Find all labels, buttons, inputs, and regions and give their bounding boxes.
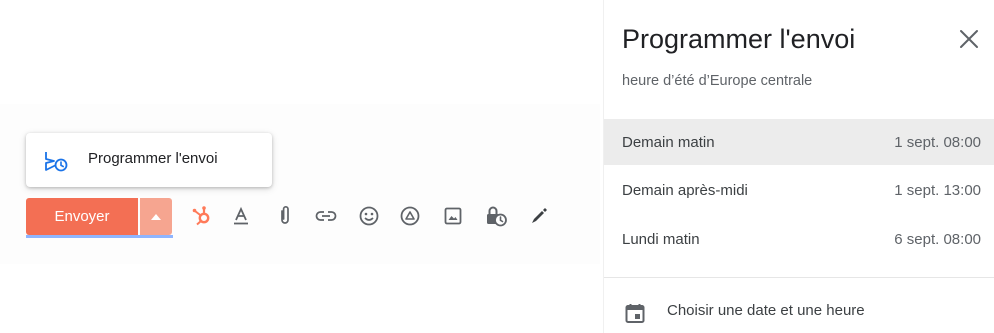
option-time: 1 sept. 08:00	[894, 133, 981, 151]
hubspot-icon[interactable]	[190, 204, 214, 228]
panel-title: Programmer l'envoi	[622, 24, 856, 54]
close-icon[interactable]	[956, 26, 982, 52]
focus-indicator	[26, 235, 173, 238]
confidential-mode-icon[interactable]	[484, 204, 508, 228]
image-icon[interactable]	[441, 204, 465, 228]
option-label: Demain matin	[622, 133, 715, 151]
pick-date-time-label: Choisir une date et une heure	[667, 302, 865, 319]
option-time: 1 sept. 13:00	[894, 181, 981, 199]
attach-icon[interactable]	[273, 204, 297, 228]
pick-date-time-button[interactable]: Choisir une date et une heure	[604, 292, 994, 332]
option-time: 6 sept. 08:00	[894, 230, 981, 248]
send-options-button[interactable]	[140, 198, 172, 235]
text-format-icon[interactable]	[229, 204, 253, 228]
emoji-icon[interactable]	[357, 204, 381, 228]
calendar-icon	[625, 304, 645, 323]
timezone-label: heure d’été d’Europe centrale	[622, 73, 813, 89]
option-tomorrow-morning[interactable]: Demain matin 1 sept. 08:00	[604, 119, 994, 165]
screen: Programmer l'envoi Envoyer Programmer l'…	[0, 0, 994, 333]
send-button[interactable]: Envoyer	[26, 198, 138, 235]
option-label: Lundi matin	[622, 230, 700, 248]
option-tomorrow-afternoon[interactable]: Demain après-midi 1 sept. 13:00	[604, 167, 994, 213]
schedule-send-icon	[45, 152, 68, 172]
option-monday-morning[interactable]: Lundi matin 6 sept. 08:00	[604, 216, 994, 262]
signature-icon[interactable]	[527, 204, 551, 228]
schedule-send-menu-item[interactable]: Programmer l'envoi	[26, 133, 272, 187]
option-label: Demain après-midi	[622, 181, 748, 199]
caret-up-icon	[151, 213, 161, 220]
schedule-send-label: Programmer l'envoi	[88, 150, 218, 167]
link-icon[interactable]	[314, 204, 338, 228]
divider	[604, 277, 994, 278]
schedule-send-panel: Programmer l'envoi heure d’été d’Europe …	[603, 0, 994, 333]
drive-icon[interactable]	[398, 204, 422, 228]
